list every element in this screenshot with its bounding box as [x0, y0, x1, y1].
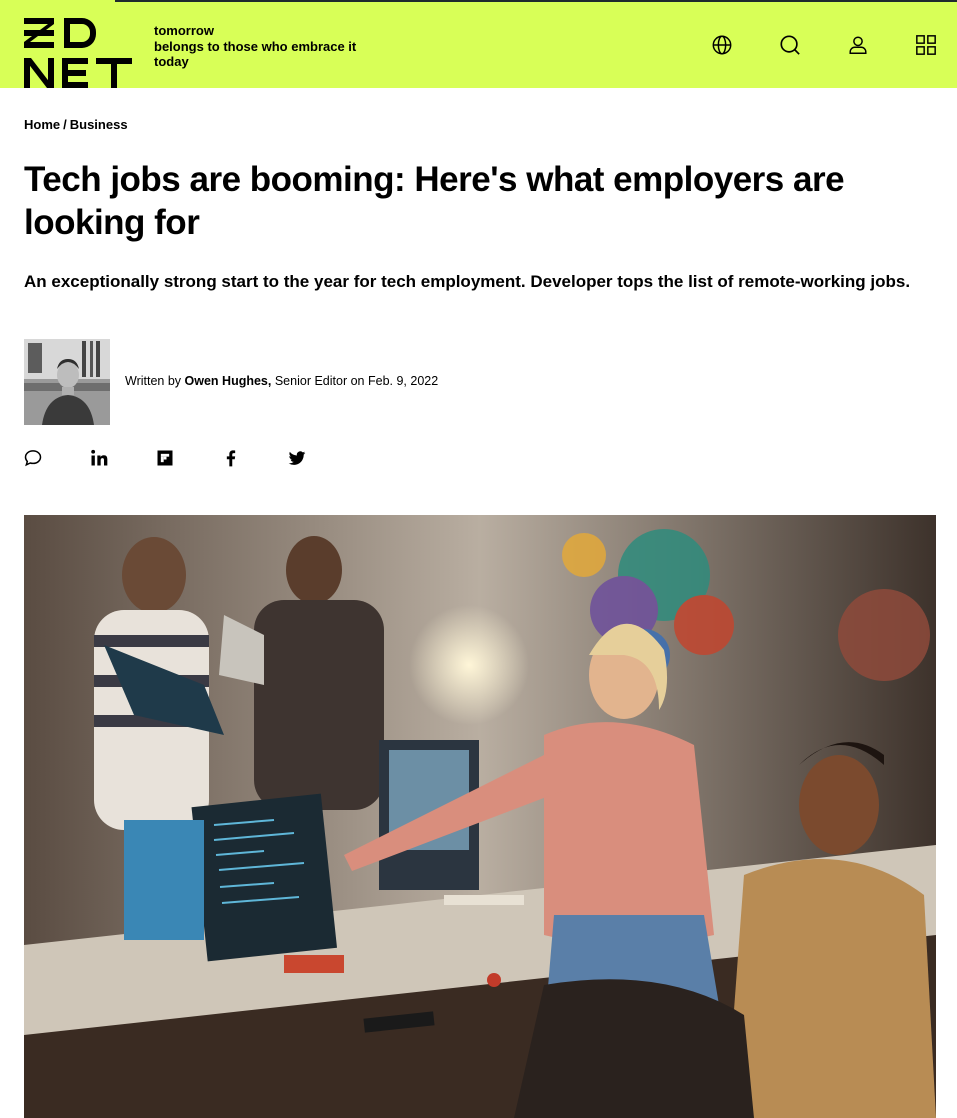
twitter-icon[interactable]: [286, 447, 308, 469]
globe-icon[interactable]: [710, 33, 734, 57]
article-title: Tech jobs are booming: Here's what emplo…: [24, 160, 845, 242]
article-subtitle: An exceptionally strong start to the yea…: [24, 272, 911, 291]
author-role: Senior Editor: [274, 374, 348, 388]
author-avatar[interactable]: [24, 339, 110, 425]
breadcrumb-separator: /: [63, 117, 67, 132]
site-header: tomorrow belongs to those who embrace it…: [0, 2, 957, 88]
breadcrumb: Home / Business: [24, 117, 128, 132]
linkedin-icon[interactable]: [88, 447, 110, 469]
breadcrumb-section-link[interactable]: Business: [70, 117, 128, 132]
grid-menu-icon[interactable]: [914, 33, 938, 57]
byline-date-prefix: on: [350, 374, 365, 388]
zdnet-logo-mark: [24, 18, 132, 88]
byline-written-by: Written by: [125, 374, 182, 388]
comment-icon[interactable]: [22, 447, 44, 469]
user-icon[interactable]: [846, 33, 870, 57]
publish-date: Feb. 9, 2022: [367, 374, 439, 388]
search-icon[interactable]: [778, 33, 802, 57]
site-tagline: tomorrow belongs to those who embrace it…: [154, 23, 356, 70]
article-byline: Written by Owen Hughes, Senior Editor on…: [125, 374, 438, 388]
author-name-link[interactable]: Owen Hughes,: [185, 374, 272, 388]
flipboard-icon[interactable]: [154, 447, 176, 469]
facebook-icon[interactable]: [220, 447, 242, 469]
breadcrumb-home-link[interactable]: Home: [24, 117, 60, 132]
hero-image: [24, 515, 936, 1118]
tagline-line-1: tomorrow: [154, 23, 214, 38]
zdnet-logo[interactable]: [24, 18, 132, 88]
office-team-photo-icon: [24, 515, 936, 1118]
tagline-line-2: belongs to those who embrace it: [154, 38, 357, 54]
tagline-line-3: today: [154, 54, 189, 69]
